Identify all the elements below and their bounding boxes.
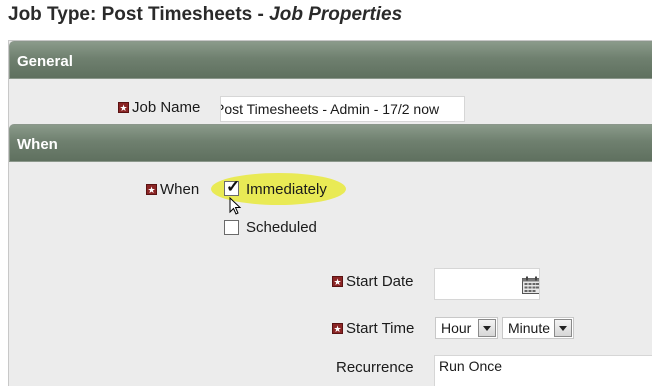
start-time-label: ★ Start Time bbox=[332, 320, 414, 337]
required-star-icon: ★ bbox=[332, 323, 343, 334]
immediately-label[interactable]: Immediately bbox=[246, 181, 327, 198]
when-label-text: When bbox=[160, 181, 200, 198]
recurrence-value: Run Once bbox=[439, 358, 503, 374]
page-title: Job Type: Post Timesheets - Job Properti… bbox=[8, 4, 402, 26]
mouse-pointer-icon bbox=[229, 197, 242, 215]
hour-select[interactable]: Hour bbox=[435, 317, 498, 339]
minute-value: Minute bbox=[508, 320, 551, 336]
start-time-label-text: Start Time bbox=[346, 320, 415, 337]
recurrence-label: Recurrence bbox=[336, 359, 414, 376]
immediately-checkbox[interactable]: ✓ bbox=[224, 177, 240, 196]
section-header-general[interactable]: General bbox=[9, 41, 652, 79]
when-label: ★ When bbox=[146, 181, 199, 198]
job-name-label: ★ Job Name bbox=[118, 99, 200, 116]
start-date-input[interactable] bbox=[434, 268, 540, 300]
chevron-down-icon[interactable] bbox=[478, 319, 496, 337]
page-title-prefix: Job Type: Post Timesheets - bbox=[8, 4, 270, 25]
scheduled-label[interactable]: Scheduled bbox=[246, 219, 317, 236]
required-star-icon: ★ bbox=[118, 102, 129, 113]
job-name-input[interactable]: Post Timesheets - Admin - 17/2 now bbox=[220, 96, 465, 122]
calendar-icon[interactable] bbox=[522, 276, 540, 294]
start-date-label: ★ Start Date bbox=[332, 273, 414, 290]
minute-select[interactable]: Minute bbox=[502, 317, 574, 339]
start-date-label-text: Start Date bbox=[346, 273, 414, 290]
page-title-italic: Job Properties bbox=[269, 4, 403, 25]
required-star-icon: ★ bbox=[332, 276, 343, 287]
checkmark-icon: ✓ bbox=[226, 177, 241, 196]
section-title-when: When bbox=[17, 136, 58, 153]
job-name-value: Post Timesheets - Admin - 17/2 now bbox=[220, 101, 440, 117]
section-title-general: General bbox=[17, 53, 73, 70]
job-name-label-text: Job Name bbox=[132, 99, 201, 116]
scheduled-checkbox[interactable] bbox=[224, 220, 239, 235]
chevron-down-icon[interactable] bbox=[554, 319, 572, 337]
recurrence-select[interactable]: Run Once bbox=[434, 355, 652, 386]
required-star-icon: ★ bbox=[146, 184, 157, 195]
hour-value: Hour bbox=[441, 320, 472, 336]
section-header-when[interactable]: When bbox=[9, 124, 652, 162]
